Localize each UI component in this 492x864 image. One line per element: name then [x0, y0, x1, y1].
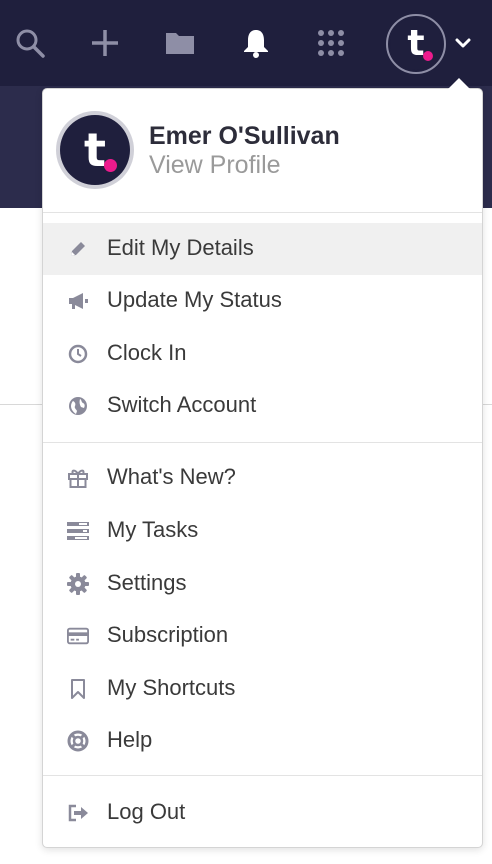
menu-item-label: My Tasks — [107, 517, 199, 542]
menu-divider — [43, 212, 482, 213]
menu-item-label: Update My Status — [107, 287, 282, 312]
menu-item-log-out[interactable]: Log Out — [43, 787, 482, 839]
bell-icon[interactable] — [234, 21, 278, 65]
menu-item-my-tasks[interactable]: My Tasks — [43, 505, 482, 557]
menu-item-whats-new[interactable]: What's New? — [43, 452, 482, 504]
menu-item-label: Help — [107, 727, 153, 752]
menu-item-edit-my-details[interactable]: Edit My Details — [43, 223, 482, 275]
menu-item-label: Subscription — [107, 622, 229, 647]
search-icon[interactable] — [8, 21, 52, 65]
profile-name: Emer O'Sullivan — [149, 122, 340, 150]
avatar-dot — [423, 51, 433, 61]
user-avatar-button[interactable]: t — [386, 14, 446, 74]
avatar: t — [390, 18, 442, 70]
gear-icon — [67, 573, 89, 595]
menu-item-settings[interactable]: Settings — [43, 558, 482, 610]
folder-icon[interactable] — [158, 21, 202, 65]
menu-item-label: Log Out — [107, 799, 186, 824]
menu-item-update-my-status[interactable]: Update My Status — [43, 275, 482, 327]
top-navigation-bar: t — [0, 0, 492, 86]
profile-section[interactable]: t Emer O'Sullivan View Profile — [43, 89, 482, 212]
credit-card-icon — [67, 625, 89, 647]
view-profile-link[interactable]: View Profile — [149, 151, 281, 180]
bookmark-icon — [67, 678, 89, 700]
pencil-icon — [67, 238, 89, 260]
apps-grid-icon[interactable] — [309, 21, 353, 65]
menu-item-label: Clock In — [107, 340, 187, 365]
clock-icon — [67, 343, 89, 365]
lifebuoy-icon — [67, 730, 89, 752]
megaphone-icon — [67, 290, 89, 312]
avatar: t — [56, 111, 134, 189]
dropdown-caret — [448, 78, 470, 89]
menu-divider — [43, 775, 482, 776]
menu-item-label: Settings — [107, 570, 187, 595]
user-menu-dropdown: t Emer O'Sullivan View Profile Edit My D… — [42, 88, 483, 848]
menu-item-my-shortcuts[interactable]: My Shortcuts — [43, 663, 482, 715]
sign-out-icon — [67, 802, 89, 824]
avatar-dot — [104, 159, 117, 172]
tasks-icon — [67, 520, 89, 542]
menu-item-clock-in[interactable]: Clock In — [43, 328, 482, 380]
menu-item-label: Edit My Details — [107, 235, 254, 260]
plus-icon[interactable] — [83, 21, 127, 65]
avatar-letter: t — [407, 23, 425, 64]
menu-item-subscription[interactable]: Subscription — [43, 610, 482, 662]
chevron-down-icon[interactable] — [448, 21, 478, 65]
avatar-letter: t — [84, 123, 106, 177]
menu-item-label: My Shortcuts — [107, 675, 236, 700]
menu-item-label: Switch Account — [107, 392, 257, 417]
menu-item-switch-account[interactable]: Switch Account — [43, 380, 482, 432]
menu-item-label: What's New? — [107, 464, 236, 489]
menu-divider — [43, 442, 482, 443]
globe-icon — [67, 395, 89, 417]
gift-icon — [67, 467, 89, 489]
menu-item-help[interactable]: Help — [43, 715, 482, 767]
